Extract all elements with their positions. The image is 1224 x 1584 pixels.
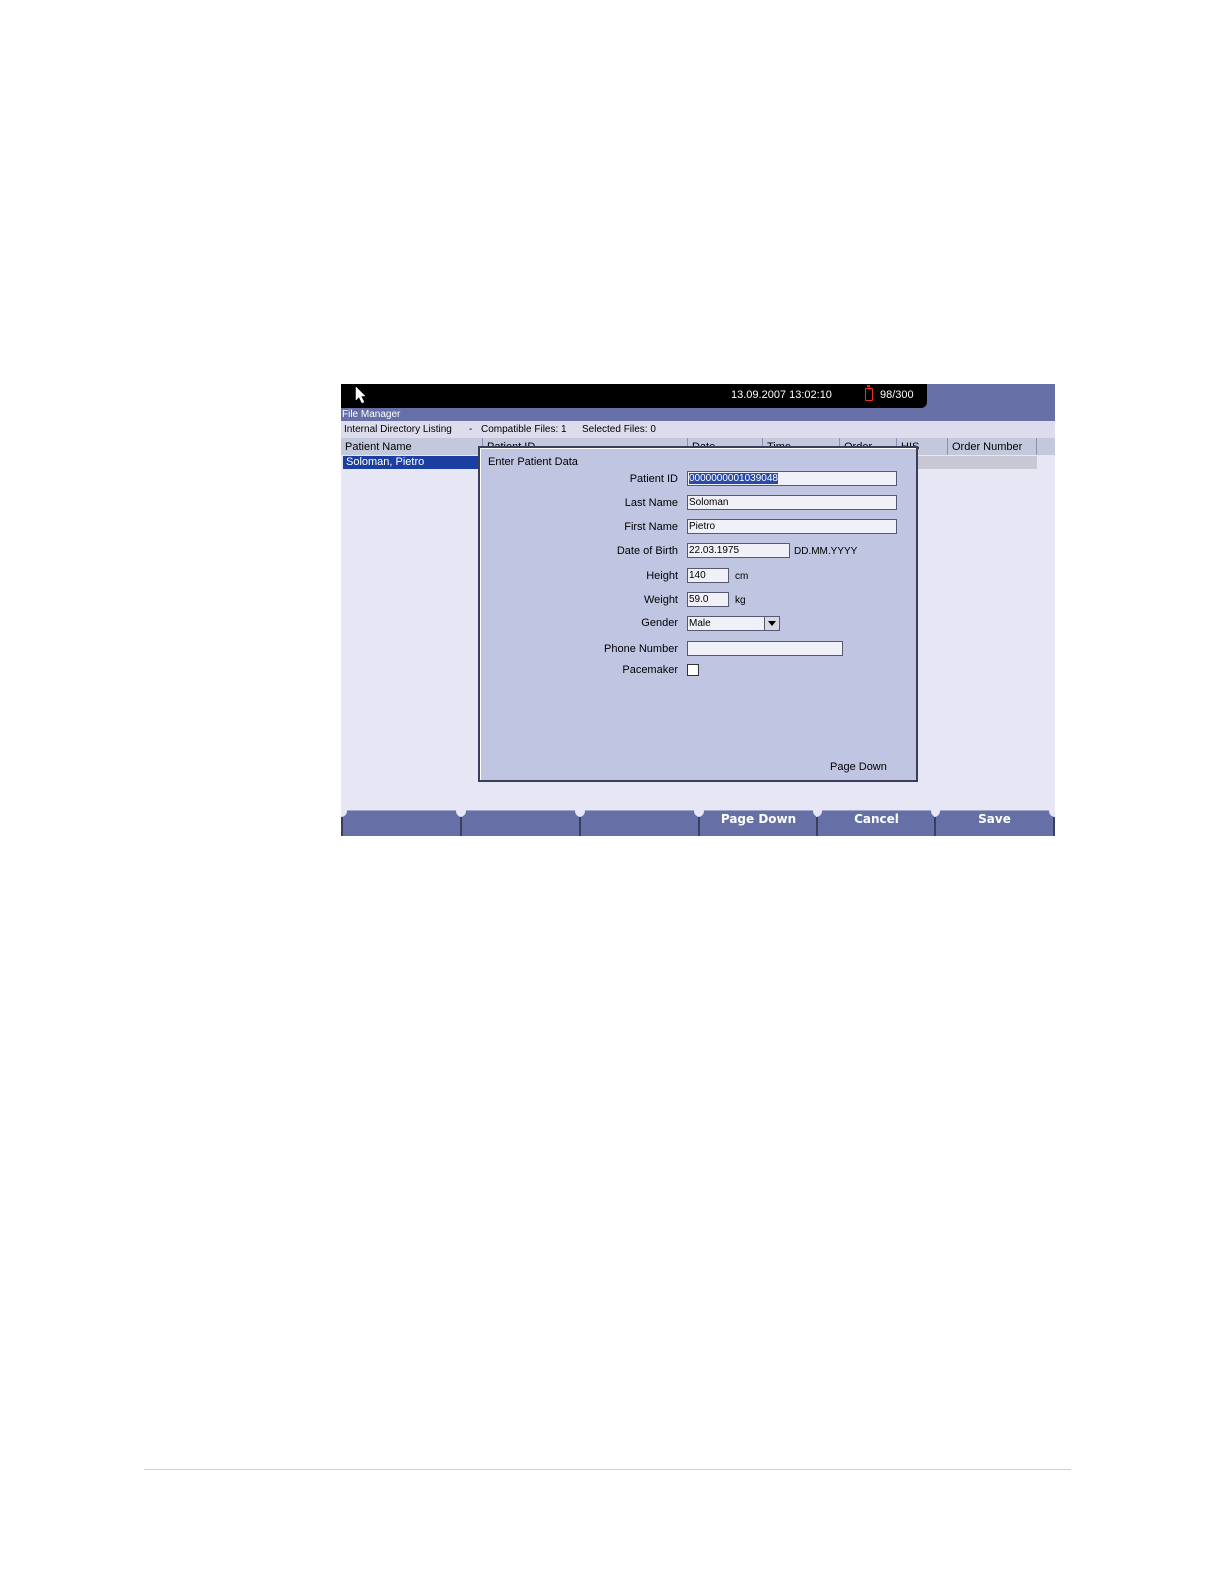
- gender-label: Gender: [641, 617, 678, 629]
- status-bar-black: 13.09.2007 13:02:10 98/300: [341, 384, 927, 408]
- patient-id-label: Patient ID: [629, 473, 678, 485]
- column-header-order-number[interactable]: Order Number: [948, 438, 1037, 455]
- softkey-bar: Page Down Cancel Save: [341, 809, 1055, 836]
- directory-listing-label: Internal Directory Listing: [344, 424, 452, 435]
- phone-number-field[interactable]: [687, 641, 843, 656]
- device-screen: 13.09.2007 13:02:10 98/300 File Manager …: [341, 384, 1055, 836]
- page-footer-divider: [144, 1469, 1071, 1470]
- dob-field[interactable]: 22.03.1975: [687, 543, 790, 558]
- phone-number-label: Phone Number: [604, 643, 678, 655]
- dob-label: Date of Birth: [616, 545, 678, 557]
- battery-count: 98/300: [880, 389, 914, 401]
- softkey-1[interactable]: [341, 809, 462, 836]
- page-down-button[interactable]: Page Down: [698, 809, 819, 836]
- selected-files-count: Selected Files: 0: [582, 424, 656, 435]
- pointer-cursor-icon: [355, 386, 366, 404]
- table-row-selected[interactable]: Soloman, Pietro: [343, 456, 483, 469]
- last-name-field[interactable]: Soloman: [687, 495, 897, 510]
- weight-unit: kg: [735, 595, 746, 606]
- dialog-page-down-label: Page Down: [830, 761, 887, 773]
- window-title: File Manager: [341, 408, 1055, 421]
- dialog-title: Enter Patient Data: [488, 456, 578, 468]
- last-name-label: Last Name: [624, 497, 678, 509]
- softkey-3[interactable]: [579, 809, 700, 836]
- patient-id-value: 0000000001039048: [689, 473, 778, 484]
- date-time: 13.09.2007 13:02:10: [731, 389, 832, 401]
- column-header-patient-name[interactable]: Patient Name: [341, 438, 483, 455]
- patient-id-field[interactable]: 0000000001039048: [687, 471, 897, 486]
- table-row-selected-remainder[interactable]: [918, 456, 1037, 469]
- status-bar: 13.09.2007 13:02:10 98/300: [341, 384, 1055, 408]
- save-button[interactable]: Save: [934, 809, 1055, 836]
- pacemaker-label: Pacemaker: [622, 664, 678, 676]
- softkey-2[interactable]: [460, 809, 581, 836]
- compatible-files-count: Compatible Files: 1: [481, 424, 567, 435]
- gender-value: Male: [689, 618, 711, 629]
- weight-field[interactable]: 59.0: [687, 592, 729, 607]
- info-separator: -: [469, 424, 473, 435]
- info-bar: Internal Directory Listing - Compatible …: [341, 421, 1055, 438]
- height-field[interactable]: 140: [687, 568, 729, 583]
- first-name-field[interactable]: Pietro: [687, 519, 897, 534]
- height-unit: cm: [735, 571, 749, 582]
- first-name-label: First Name: [624, 521, 678, 533]
- battery-icon: [865, 385, 873, 401]
- chevron-down-icon[interactable]: [764, 617, 779, 630]
- dob-format-hint: DD.MM.YYYY: [794, 546, 858, 557]
- weight-label: Weight: [643, 594, 678, 606]
- cancel-button[interactable]: Cancel: [816, 809, 937, 836]
- height-label: Height: [646, 570, 678, 582]
- enter-patient-data-dialog: Enter Patient Data Patient ID 0000000001…: [478, 446, 918, 782]
- gender-select[interactable]: Male: [687, 616, 780, 631]
- pacemaker-checkbox[interactable]: [687, 664, 699, 676]
